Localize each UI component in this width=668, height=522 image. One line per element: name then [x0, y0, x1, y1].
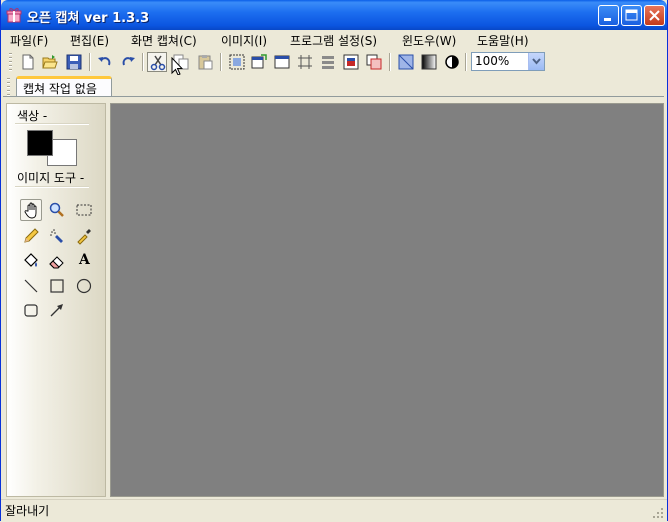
- undo-icon[interactable]: [95, 52, 115, 72]
- menu-window[interactable]: 윈도우(W): [402, 32, 456, 49]
- line-icon: [24, 279, 38, 293]
- eraser-tool[interactable]: [46, 250, 68, 272]
- hand-icon: [24, 202, 37, 219]
- capture-crosshair-icon[interactable]: [295, 52, 315, 72]
- eraser-icon: [49, 256, 64, 269]
- app-window: 오픈 캡쳐 ver 1.3.3 파일(F) 편집(E) 화면 캡쳐(C) 이미지…: [0, 0, 668, 521]
- tab-label: 캡쳐 작업 없음: [23, 82, 97, 96]
- paint-bucket-icon: [24, 253, 38, 267]
- save-disk-icon[interactable]: [64, 52, 84, 72]
- zoom-value: 100%: [475, 54, 510, 68]
- app-gift-icon: [6, 7, 22, 23]
- rectangle-icon: [50, 279, 64, 293]
- color-section-divider: [15, 123, 89, 125]
- rectangle-tool[interactable]: [46, 275, 68, 297]
- ellipse-icon: [76, 278, 92, 294]
- toolbar-separator: [142, 53, 144, 71]
- rect-select-tool[interactable]: [73, 199, 95, 221]
- eyedropper-tool[interactable]: [73, 225, 95, 247]
- menu-file[interactable]: 파일(F): [10, 32, 48, 49]
- minimize-button[interactable]: [598, 5, 619, 26]
- new-file-icon[interactable]: [18, 52, 38, 72]
- spray-tool[interactable]: [46, 225, 68, 247]
- rounded-rect-tool[interactable]: [20, 299, 42, 321]
- capture-scroll-icon[interactable]: [318, 52, 338, 72]
- capture-window-icon[interactable]: [249, 52, 269, 72]
- line-tool[interactable]: [20, 275, 42, 297]
- color-section-label: 색상 -: [17, 109, 48, 123]
- text-tool[interactable]: A: [73, 250, 95, 272]
- toolbar: [1, 49, 667, 76]
- maximize-button[interactable]: [621, 5, 642, 26]
- status-bar: 잘라내기: [1, 499, 667, 521]
- zoom-dropdown-button[interactable]: [528, 53, 544, 70]
- pencil-tool[interactable]: [20, 225, 42, 247]
- text-tool-icon: A: [79, 252, 90, 268]
- resize-grip-icon[interactable]: [652, 507, 664, 519]
- status-text: 잘라내기: [5, 504, 50, 518]
- cut-scissors-icon[interactable]: [147, 52, 167, 72]
- tab-no-capture[interactable]: 캡쳐 작업 없음: [16, 76, 112, 96]
- open-folder-icon[interactable]: [40, 52, 60, 72]
- contrast-icon[interactable]: [442, 52, 462, 72]
- menu-image[interactable]: 이미지(I): [221, 32, 267, 49]
- redo-icon[interactable]: [118, 52, 138, 72]
- menu-settings[interactable]: 프로그램 설정(S): [290, 32, 377, 49]
- rounded-rectangle-icon: [24, 304, 38, 317]
- capture-object-icon[interactable]: [341, 52, 361, 72]
- title-bar[interactable]: 오픈 캡쳐 ver 1.3.3: [1, 0, 667, 30]
- magnifier-icon: [49, 202, 64, 217]
- arrow-icon: [50, 304, 63, 317]
- toolbar-grip[interactable]: [9, 53, 12, 71]
- eyedropper-icon: [77, 229, 91, 245]
- menu-bar: 파일(F) 편집(E) 화면 캡쳐(C) 이미지(I) 프로그램 설정(S) 윈…: [1, 30, 667, 49]
- arrow-tool[interactable]: [46, 299, 68, 321]
- chevron-down-icon: [532, 58, 541, 65]
- ellipse-tool[interactable]: [73, 275, 95, 297]
- image-tools-label: 이미지 도구 -: [17, 171, 85, 185]
- hand-pan-tool[interactable]: [20, 199, 42, 221]
- capture-repeat-icon[interactable]: [364, 52, 384, 72]
- zoom-tool[interactable]: [46, 199, 68, 221]
- foreground-color-swatch[interactable]: [27, 130, 53, 156]
- toolbar-separator: [89, 53, 91, 71]
- grayscale-icon[interactable]: [419, 52, 439, 72]
- toolbar-separator: [389, 53, 391, 71]
- pencil-icon: [24, 228, 39, 243]
- zoom-select[interactable]: 100%: [471, 52, 545, 71]
- marquee-icon: [76, 204, 92, 216]
- toolbar-separator: [220, 53, 222, 71]
- menu-edit[interactable]: 편집(E): [70, 32, 109, 49]
- toolbar-separator: [465, 53, 467, 71]
- capture-canvas[interactable]: [110, 103, 664, 497]
- airbrush-icon: [50, 229, 63, 243]
- paste-icon[interactable]: [195, 52, 215, 72]
- image-filter-icon[interactable]: [396, 52, 416, 72]
- capture-region-icon[interactable]: [227, 52, 247, 72]
- tab-divider: [3, 96, 664, 97]
- menu-capture[interactable]: 화면 캡쳐(C): [131, 32, 197, 49]
- window-title: 오픈 캡쳐 ver 1.3.3: [27, 11, 150, 26]
- tools-section-divider: [15, 186, 89, 188]
- menu-help[interactable]: 도움말(H): [477, 32, 529, 49]
- close-button[interactable]: [644, 5, 665, 26]
- capture-fullscreen-icon[interactable]: [272, 52, 292, 72]
- fill-bucket-tool[interactable]: [20, 250, 42, 272]
- tabstrip-grip[interactable]: [7, 78, 10, 96]
